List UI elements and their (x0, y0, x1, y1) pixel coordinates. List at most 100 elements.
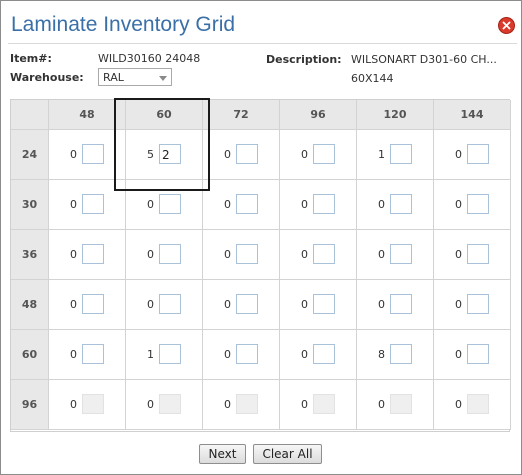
order-quantity-input[interactable] (82, 294, 104, 314)
stock-quantity: 0 (301, 198, 308, 211)
stock-quantity: 1 (147, 348, 154, 361)
inventory-grid: 4860729612014424050010300000003600000048… (10, 99, 511, 432)
order-quantity-input[interactable] (313, 144, 335, 164)
grid-cell: 0 (434, 380, 511, 430)
grid-cell: 1 (357, 130, 434, 180)
grid-cell: 0 (126, 180, 203, 230)
description-label: Description: (266, 53, 342, 66)
order-quantity-input[interactable] (467, 244, 489, 264)
warehouse-label: Warehouse: (10, 71, 84, 84)
stock-quantity: 0 (301, 248, 308, 261)
grid-cell: 0 (49, 330, 126, 380)
order-quantity-input[interactable] (82, 244, 104, 264)
stock-quantity: 0 (70, 298, 77, 311)
column-header: 144 (434, 100, 511, 130)
order-quantity-input[interactable] (313, 244, 335, 264)
grid-cell: 0 (49, 230, 126, 280)
order-quantity-input[interactable] (390, 144, 412, 164)
order-quantity-input[interactable] (236, 194, 258, 214)
grid-cell: 0 (280, 130, 357, 180)
order-quantity-input[interactable] (390, 394, 412, 414)
order-quantity-input[interactable] (159, 294, 181, 314)
stock-quantity: 0 (147, 298, 154, 311)
stock-quantity: 0 (224, 148, 231, 161)
chevron-down-icon (159, 76, 167, 81)
order-quantity-input[interactable] (390, 244, 412, 264)
stock-quantity: 0 (378, 248, 385, 261)
order-quantity-input[interactable] (390, 194, 412, 214)
warehouse-select[interactable]: RAL (98, 68, 172, 86)
grid-cell: 1 (126, 330, 203, 380)
grid-cell: 0 (357, 230, 434, 280)
column-header: 72 (203, 100, 280, 130)
order-quantity-input[interactable] (159, 344, 181, 364)
order-quantity-input[interactable] (82, 144, 104, 164)
grid-cell: 0 (203, 230, 280, 280)
order-quantity-input[interactable] (467, 144, 489, 164)
order-quantity-input[interactable] (313, 344, 335, 364)
order-quantity-input[interactable] (236, 244, 258, 264)
grid-cell: 0 (280, 330, 357, 380)
title-bar: Laminate Inventory Grid (1, 1, 521, 41)
grid-cell: 0 (49, 130, 126, 180)
grid-cell: 0 (49, 380, 126, 430)
stock-quantity: 0 (70, 148, 77, 161)
grid-cell: 0 (203, 130, 280, 180)
stock-quantity: 0 (147, 398, 154, 411)
order-quantity-input[interactable] (159, 244, 181, 264)
order-quantity-input[interactable] (467, 344, 489, 364)
clear-all-button[interactable]: Clear All (253, 444, 322, 464)
stock-quantity: 0 (70, 198, 77, 211)
order-quantity-input[interactable] (82, 194, 104, 214)
column-header: 96 (280, 100, 357, 130)
order-quantity-input[interactable] (236, 394, 258, 414)
order-quantity-input[interactable] (159, 194, 181, 214)
stock-quantity: 1 (378, 148, 385, 161)
grid-cell: 0 (434, 330, 511, 380)
stock-quantity: 0 (224, 348, 231, 361)
grid-cell: 0 (203, 180, 280, 230)
stock-quantity: 0 (301, 398, 308, 411)
order-quantity-input[interactable] (313, 394, 335, 414)
warehouse-selected-value: RAL (103, 71, 124, 84)
order-quantity-input[interactable] (159, 144, 181, 164)
grid-cell: 0 (434, 280, 511, 330)
grid-cell: 0 (357, 180, 434, 230)
description-value: WILSONART D301-60 CH... (351, 53, 497, 66)
order-quantity-input[interactable] (467, 294, 489, 314)
title-divider (8, 43, 517, 44)
order-quantity-input[interactable] (236, 294, 258, 314)
item-label: Item#: (10, 52, 52, 65)
close-button[interactable] (498, 17, 515, 34)
order-quantity-input[interactable] (82, 394, 104, 414)
next-button[interactable]: Next (199, 444, 246, 464)
column-header: 48 (49, 100, 126, 130)
order-quantity-input[interactable] (390, 294, 412, 314)
row-header: 24 (11, 130, 49, 180)
order-quantity-input[interactable] (159, 394, 181, 414)
order-quantity-input[interactable] (390, 344, 412, 364)
row-header: 96 (11, 380, 49, 430)
stock-quantity: 0 (378, 298, 385, 311)
order-quantity-input[interactable] (82, 344, 104, 364)
stock-quantity: 0 (455, 298, 462, 311)
order-quantity-input[interactable] (313, 194, 335, 214)
stock-quantity: 0 (455, 248, 462, 261)
order-quantity-input[interactable] (467, 194, 489, 214)
description-value-line2: 60X144 (351, 72, 394, 85)
grid-cell: 0 (126, 280, 203, 330)
grid-cell: 0 (203, 380, 280, 430)
item-value: WILD30160 24048 (98, 52, 201, 65)
grid-cell: 0 (49, 180, 126, 230)
order-quantity-input[interactable] (313, 294, 335, 314)
stock-quantity: 0 (70, 398, 77, 411)
order-quantity-input[interactable] (467, 394, 489, 414)
order-quantity-input[interactable] (236, 344, 258, 364)
stock-quantity: 0 (224, 398, 231, 411)
grid-cell: 8 (357, 330, 434, 380)
grid-cell: 0 (203, 330, 280, 380)
row-header: 36 (11, 230, 49, 280)
column-header: 60 (126, 100, 203, 130)
order-quantity-input[interactable] (236, 144, 258, 164)
stock-quantity: 0 (301, 348, 308, 361)
